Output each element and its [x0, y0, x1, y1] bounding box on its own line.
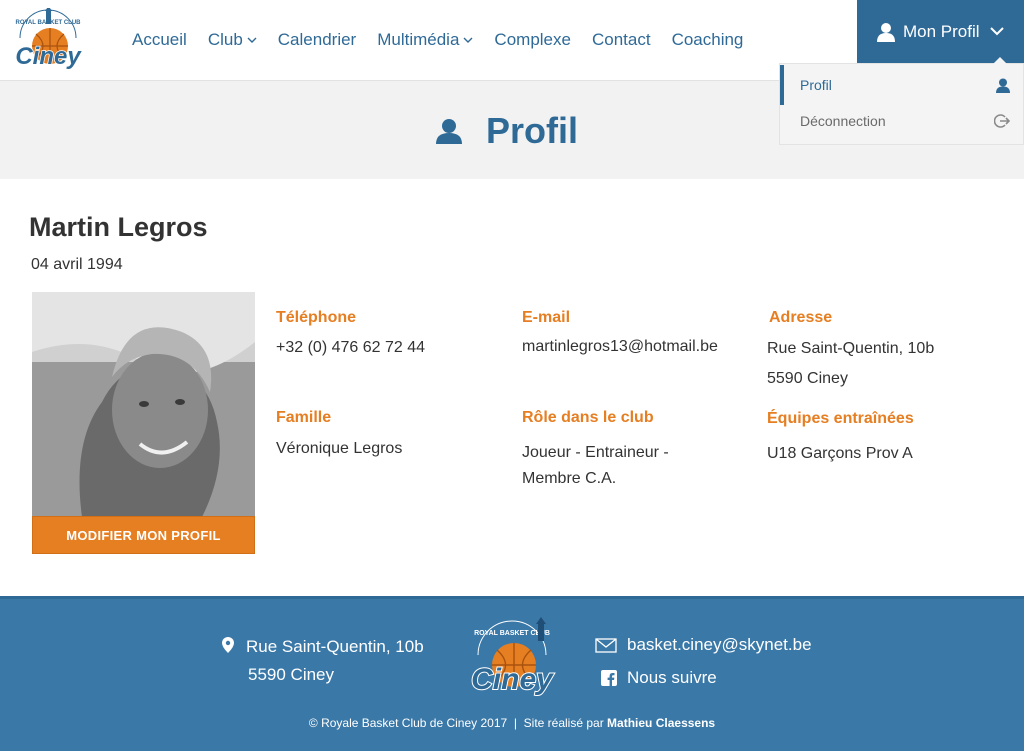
dropdown-item-deconnection[interactable]: Déconnection	[780, 101, 1024, 141]
profile-dropdown: Profil Déconnection	[779, 57, 1024, 145]
profile-photo	[32, 292, 255, 517]
club-logo[interactable]: ROYAL BASKET CLUB Ciney	[8, 6, 88, 72]
nav-item-label: Complexe	[494, 30, 571, 49]
map-pin-icon	[222, 637, 234, 653]
footer-address-line2: 5590 Ciney	[248, 665, 335, 684]
envelope-icon	[595, 637, 617, 653]
user-icon	[436, 119, 462, 144]
family-value: Véronique Legros	[276, 440, 403, 457]
role-value-line1: Joueur - Entraineur -	[522, 444, 669, 461]
nav-item-complexe[interactable]: Complexe	[494, 30, 571, 50]
teams-label: Équipes entraînées	[767, 410, 914, 427]
teams-value: U18 Garçons Prov A	[767, 445, 913, 462]
role-value-line2: Membre C.A.	[522, 470, 617, 487]
footer-email-text: basket.ciney@skynet.be	[627, 635, 812, 654]
nav-item-calendrier[interactable]: Calendrier	[278, 30, 356, 50]
nav-item-contact[interactable]: Contact	[592, 30, 651, 50]
profile-menu-button[interactable]: Mon Profil	[857, 0, 1024, 63]
phone-value: +32 (0) 476 62 72 44	[276, 339, 426, 356]
dropdown-item-profil[interactable]: Profil	[780, 65, 1024, 105]
user-icon	[877, 22, 895, 42]
logout-icon	[994, 114, 1010, 128]
facebook-icon	[601, 670, 617, 686]
address-value-line1: Rue Saint-Quentin, 10b	[767, 340, 935, 357]
nav-item-accueil[interactable]: Accueil	[132, 30, 187, 50]
nav-item-multimedia[interactable]: Multimédia	[377, 30, 473, 50]
footer-social-link[interactable]: Nous suivre	[601, 668, 717, 688]
footer-social-text: Nous suivre	[627, 668, 717, 687]
copyright-text: © Royale Basket Club de Ciney 2017	[308, 716, 508, 730]
nav-item-label: Accueil	[132, 30, 187, 49]
nav-item-label: Club	[207, 30, 243, 49]
footer-logo[interactable]: ROYAL BASKET CLUB Ciney	[460, 615, 564, 699]
site-footer: Rue Saint-Quentin, 10b 5590 Ciney ROYAL …	[0, 596, 1024, 751]
footer-address-line1: Rue Saint-Quentin, 10b	[246, 637, 424, 656]
user-icon	[996, 78, 1010, 93]
address-label: Adresse	[769, 309, 833, 326]
profile-menu-label: Mon Profil	[903, 21, 980, 41]
chevron-down-icon	[463, 37, 473, 43]
nav-item-label: Contact	[591, 30, 651, 49]
profile-birthdate: 04 avril 1994	[31, 256, 123, 273]
footer-address: Rue Saint-Quentin, 10b 5590 Ciney	[222, 633, 424, 689]
dropdown-item-label: Déconnection	[800, 113, 886, 129]
address-value-line2: 5590 Ciney	[767, 370, 848, 387]
email-label: E-mail	[522, 309, 571, 326]
email-value: martinlegros13@hotmail.be	[522, 338, 718, 355]
nav-item-label: Multimédia	[377, 30, 460, 49]
nav-item-coaching[interactable]: Coaching	[672, 30, 744, 50]
dropdown-item-label: Profil	[800, 77, 832, 93]
credit-author-link[interactable]: Mathieu Claessens	[607, 716, 715, 730]
nav-item-label: Calendrier	[277, 30, 357, 49]
footer-copyright: © Royale Basket Club de Ciney 2017 | Sit…	[0, 716, 1024, 730]
page-title: Profil	[436, 110, 578, 152]
role-label: Rôle dans le club	[522, 409, 654, 426]
edit-profile-button[interactable]: MODIFIER MON PROFIL	[32, 516, 255, 554]
profile-name: Martin Legros	[29, 212, 208, 242]
page-title-text: Profil	[486, 110, 579, 151]
main-nav: Accueil Club Calendrier Multimédia Compl…	[132, 30, 764, 50]
nav-item-label: Coaching	[671, 30, 744, 49]
footer-logo-name-text: Ciney	[471, 663, 554, 696]
credit-prefix: Site réalisé par	[523, 716, 604, 730]
footer-email-link[interactable]: basket.ciney@skynet.be	[595, 635, 812, 655]
chevron-down-icon	[989, 27, 1004, 36]
family-label: Famille	[276, 409, 332, 426]
chevron-down-icon	[247, 37, 257, 43]
logo-name-text: Ciney	[15, 43, 82, 70]
nav-item-club[interactable]: Club	[208, 30, 257, 50]
copyright-separator: |	[513, 716, 517, 730]
phone-label: Téléphone	[276, 309, 357, 326]
